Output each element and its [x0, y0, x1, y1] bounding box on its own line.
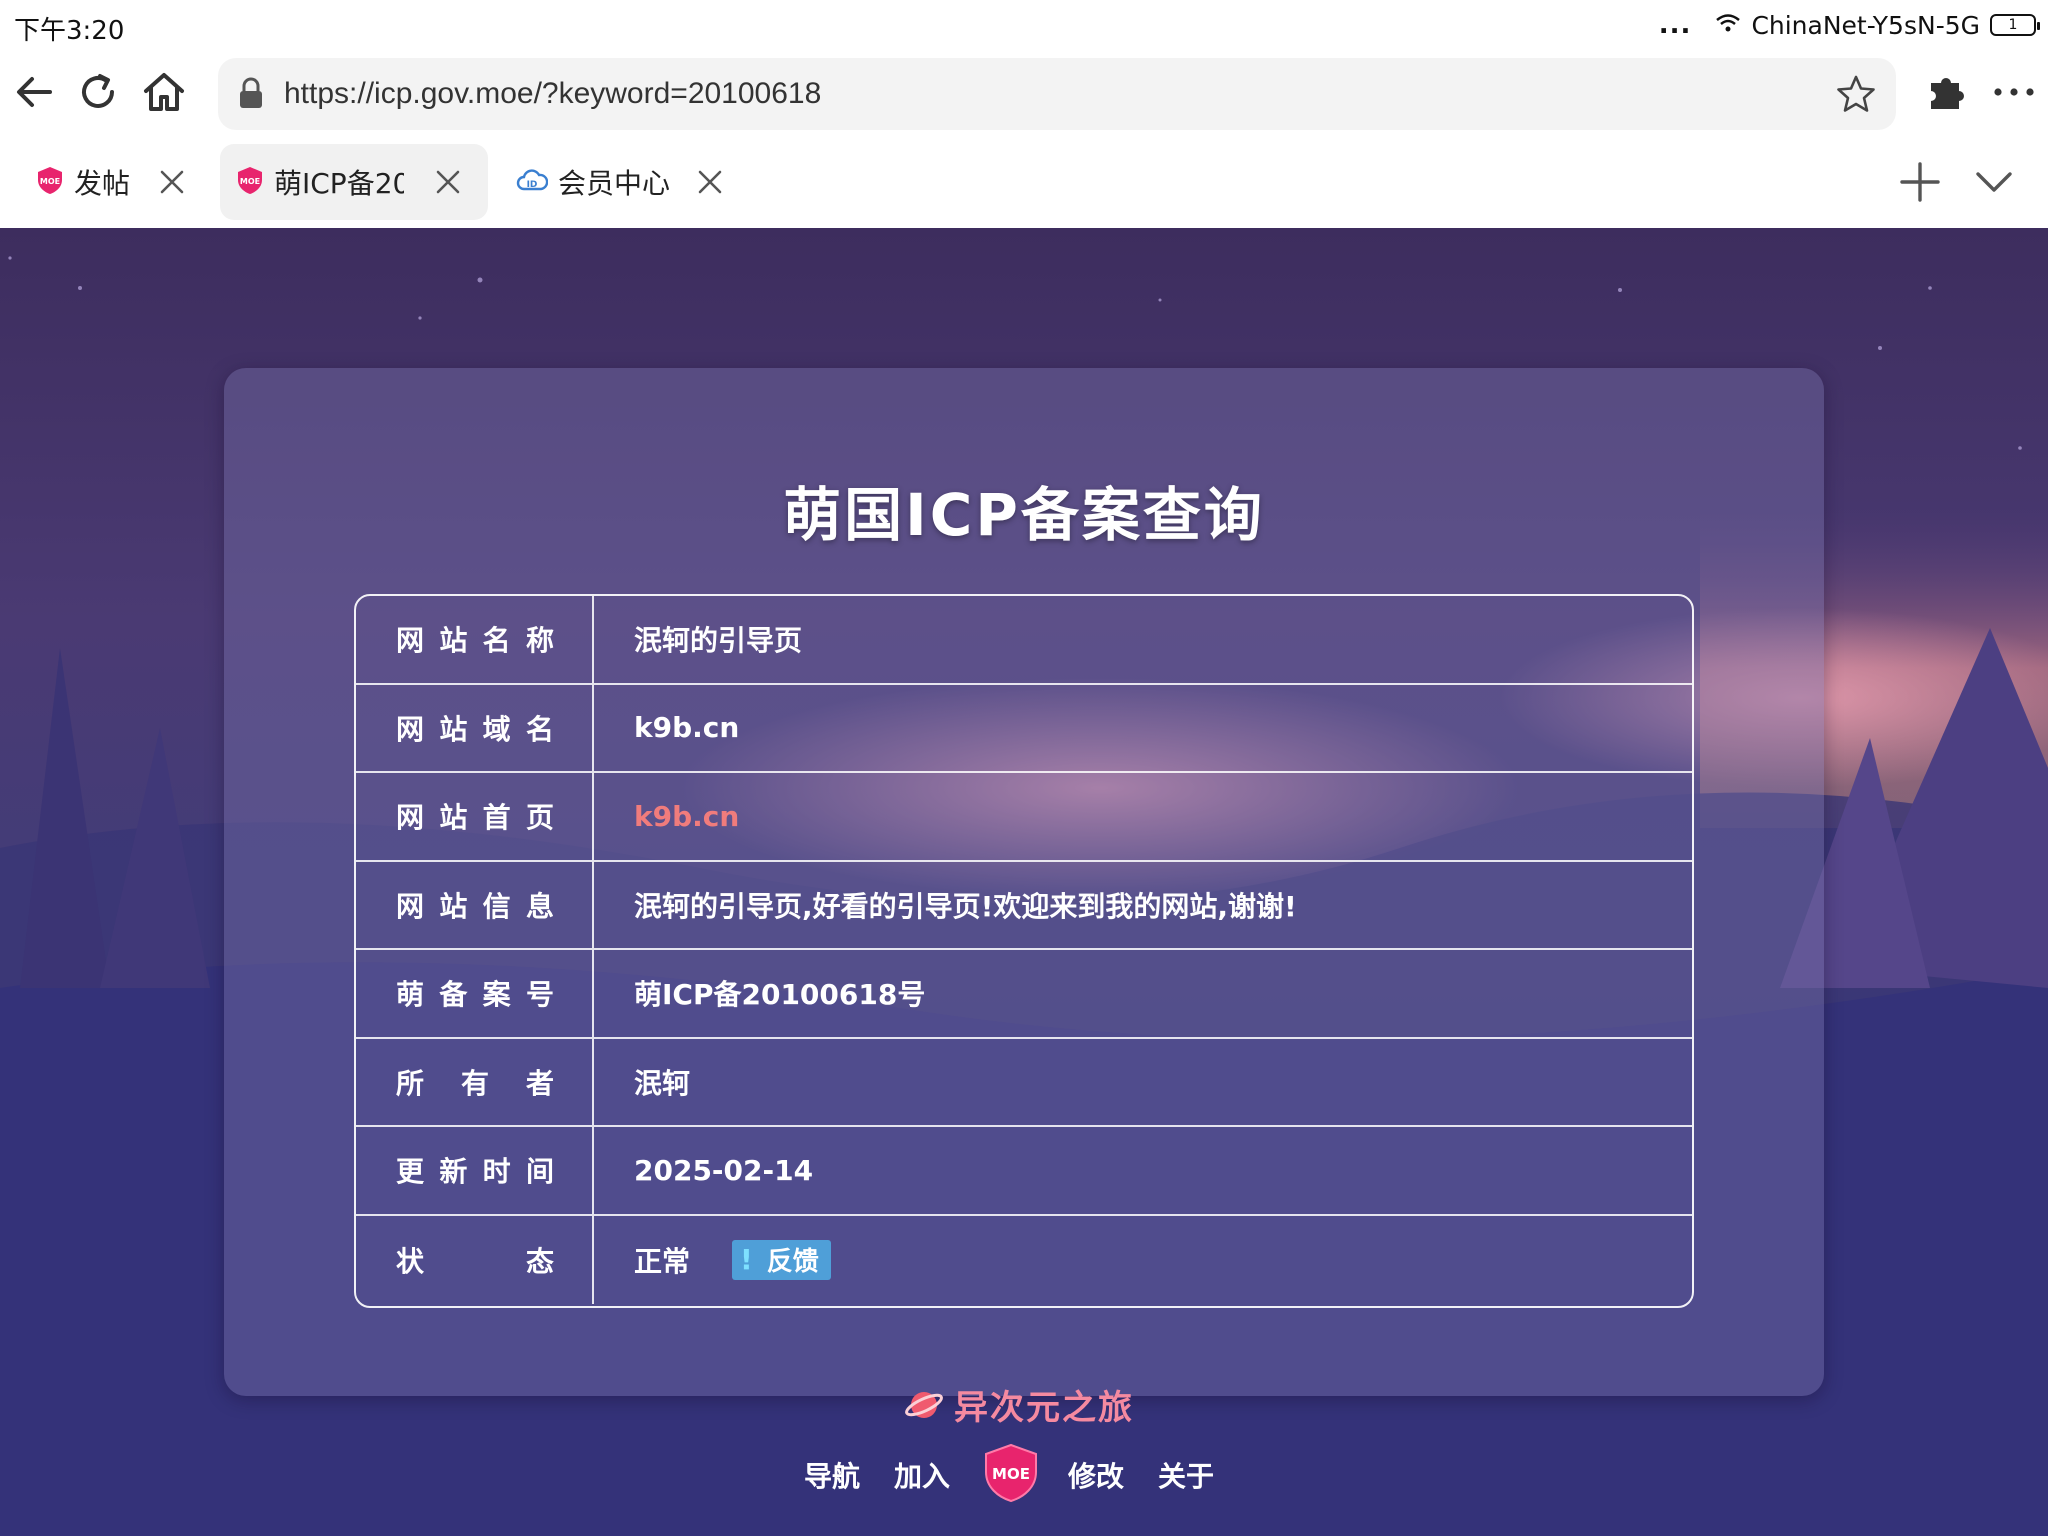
svg-text:MOE: MOE	[992, 1465, 1030, 1483]
row-site-name: 网站名称 泯轲的引导页	[356, 596, 1692, 685]
row-key: 所有者	[356, 1038, 594, 1125]
feedback-button[interactable]: ! 反馈	[732, 1239, 831, 1280]
browser-toolbar: https://icp.gov.moe/?keyword=20100618	[0, 52, 2048, 134]
planet-icon	[905, 1391, 943, 1418]
row-key: 网站首页	[356, 773, 594, 860]
row-value: 正常 ! 反馈	[594, 1216, 1692, 1305]
nav-link-join[interactable]: 加入	[894, 1455, 950, 1495]
row-value: 泯轲的引导页	[634, 624, 803, 658]
wifi-icon	[1715, 11, 1741, 40]
tab-member-center[interactable]: ID 会员中心	[500, 144, 736, 220]
tab-label: 发帖	[74, 167, 131, 200]
row-value: 萌ICP备20100618号	[634, 978, 926, 1012]
battery-level: 1	[2008, 17, 2018, 33]
row-key: 萌备案号	[356, 950, 594, 1037]
nav-link-modify[interactable]: 修改	[1068, 1455, 1124, 1495]
close-icon[interactable]	[156, 166, 188, 198]
new-tab-plus-icon[interactable]	[1898, 160, 1942, 204]
moe-shield-icon: MOE	[236, 165, 264, 199]
row-value: 泯轲的引导页,好看的引导页!欢迎来到我的网站,谢谢!	[634, 889, 1297, 923]
back-button[interactable]	[4, 62, 64, 122]
extensions-button[interactable]	[1918, 62, 1978, 122]
homepage-link[interactable]: k9b.cn	[594, 773, 1692, 860]
row-site-homepage: 网站首页 k9b.cn	[356, 773, 1692, 862]
svg-text:MOE: MOE	[40, 177, 60, 186]
chevron-down-icon[interactable]	[1972, 160, 2016, 204]
address-bar[interactable]: https://icp.gov.moe/?keyword=20100618	[218, 58, 1896, 130]
row-key: 网站信息	[356, 861, 594, 948]
tab-icp[interactable]: MOE 萌ICP备20	[220, 144, 488, 220]
close-icon[interactable]	[694, 166, 726, 198]
reload-icon	[82, 74, 114, 108]
lock-icon	[236, 76, 266, 114]
row-site-domain: 网站域名 k9b.cn	[356, 684, 1692, 773]
row-key: 状态	[356, 1215, 594, 1304]
moe-shield-icon: MOE	[36, 165, 64, 199]
puzzle-icon	[1931, 78, 1964, 109]
row-icp-number: 萌备案号 萌ICP备20100618号	[356, 950, 1692, 1039]
status-text: 正常	[634, 1244, 691, 1278]
tab-label: 会员中心	[558, 167, 671, 200]
status-right: ... ChinaNet-Y5sN-5G 1	[1658, 10, 2040, 40]
star-icon	[1837, 75, 1875, 112]
close-icon[interactable]	[432, 166, 464, 198]
menu-button[interactable]	[1984, 62, 2044, 122]
bookmark-star-button[interactable]	[1834, 72, 1878, 120]
tab-strip: MOE 发帖 MOE 萌ICP备20 ID 会员中心	[0, 140, 2048, 228]
row-update-time: 更新时间 2025-02-14	[356, 1127, 1692, 1216]
status-bar: 下午3:20 ... ChinaNet-Y5sN-5G 1	[0, 0, 2048, 52]
row-value: 泯轲	[634, 1066, 691, 1100]
cloud-id-icon: ID	[516, 168, 549, 196]
row-key: 更新时间	[356, 1127, 594, 1214]
row-owner: 所有者 泯轲	[356, 1038, 1692, 1127]
svg-text:ID: ID	[527, 180, 538, 190]
status-dots: ...	[1658, 10, 1692, 40]
back-arrow-icon	[17, 77, 52, 107]
nav-link-navigate[interactable]: 导航	[804, 1455, 860, 1495]
home-button[interactable]	[134, 62, 194, 122]
row-value: k9b.cn	[634, 711, 740, 745]
url-text[interactable]: https://icp.gov.moe/?keyword=20100618	[284, 77, 821, 111]
row-site-info: 网站信息 泯轲的引导页,好看的引导页!欢迎来到我的网站,谢谢!	[356, 861, 1692, 950]
svg-text:MOE: MOE	[240, 177, 260, 186]
row-value: 2025-02-14	[634, 1153, 814, 1187]
nav-link-about[interactable]: 关于	[1158, 1455, 1214, 1495]
moe-badge[interactable]: MOE	[982, 1442, 1040, 1508]
status-time: 下午3:20	[14, 16, 125, 46]
page-title: 萌国ICP备案查询	[783, 481, 1265, 549]
exclamation-icon: !	[740, 1243, 753, 1277]
row-key: 网站域名	[356, 684, 594, 771]
reload-button[interactable]	[68, 62, 128, 122]
tab-post[interactable]: MOE 发帖	[20, 144, 200, 220]
brand-name: 异次元之旅	[954, 1388, 1134, 1428]
tab-label: 萌ICP备20	[274, 167, 404, 200]
more-dots-icon	[1994, 88, 2034, 96]
row-status: 状态 正常 ! 反馈	[356, 1215, 1692, 1305]
feedback-label: 反馈	[766, 1247, 819, 1278]
icp-query-card: 萌国ICP备案查询 网站名称 泯轲的引导页 网站域名 k9b.cn 网站首页 k…	[224, 368, 1824, 1396]
footer-nav: 导航 加入 MOE 修改 关于	[804, 1442, 1214, 1508]
icp-info-table: 网站名称 泯轲的引导页 网站域名 k9b.cn 网站首页 k9b.cn 网站信息	[354, 594, 1694, 1308]
home-icon	[144, 73, 184, 111]
wifi-name: ChinaNet-Y5sN-5G	[1751, 10, 1980, 40]
battery-icon: 1	[1990, 14, 2040, 36]
row-key: 网站名称	[356, 596, 594, 683]
moe-shield-icon: MOE	[985, 1443, 1038, 1503]
footer-brand[interactable]: 异次元之旅	[904, 1380, 1134, 1429]
page-content: 萌国ICP备案查询 网站名称 泯轲的引导页 网站域名 k9b.cn 网站首页 k…	[0, 228, 2048, 1536]
